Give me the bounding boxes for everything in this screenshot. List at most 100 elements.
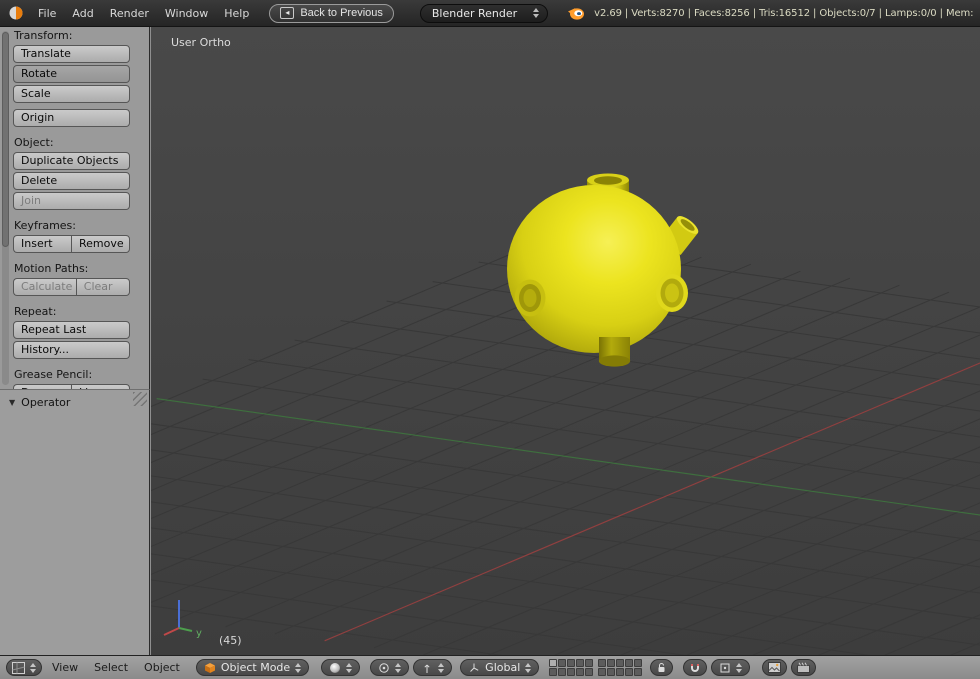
editor-type-icon[interactable] [6, 4, 26, 22]
layer-group-2 [598, 659, 643, 676]
layer-toggle[interactable] [558, 659, 567, 667]
back-to-previous-button[interactable]: ◂ Back to Previous [269, 3, 394, 23]
tool-shelf-scrollbar[interactable] [2, 31, 9, 385]
layer-toggle[interactable] [585, 659, 594, 667]
region-resize-grip[interactable] [133, 392, 147, 406]
scrollbar-thumb[interactable] [2, 32, 9, 247]
layer-toggle[interactable] [549, 668, 558, 676]
lock-to-scene-button[interactable] [650, 659, 674, 676]
opengl-render-anim-button[interactable] [791, 659, 817, 676]
remove-keyframe-button[interactable]: Remove [71, 235, 130, 253]
menu-file[interactable]: File [30, 4, 64, 23]
collapse-triangle-icon: ▼ [9, 398, 16, 407]
dropdown-arrows-icon [346, 662, 353, 673]
render-engine-value: Blender Render [431, 6, 518, 20]
viewport-3d[interactable]: y (45) User Ortho [151, 27, 980, 655]
layer-toggle[interactable] [634, 659, 643, 667]
layer-toggle[interactable] [616, 668, 625, 676]
snap-toggle-button[interactable] [683, 659, 708, 676]
layer-toggle[interactable] [598, 668, 607, 676]
info-editor-icon [9, 6, 23, 20]
shading-sphere-icon [330, 662, 341, 673]
calculate-paths-button[interactable]: Calculate [13, 278, 76, 296]
layer-toggle[interactable] [558, 668, 567, 676]
translate-button[interactable]: Translate [13, 45, 130, 63]
layer-toggle[interactable] [634, 668, 643, 676]
mine-object[interactable] [507, 173, 701, 367]
snap-element-dropdown[interactable] [711, 659, 751, 676]
layer-toggle[interactable] [576, 659, 585, 667]
opengl-render-image-button[interactable] [762, 659, 788, 676]
clear-paths-button[interactable]: Clear [75, 278, 130, 296]
layer-toggle[interactable] [598, 659, 607, 667]
menu-object[interactable]: Object [136, 661, 188, 674]
origin-button[interactable]: Origin [13, 109, 130, 127]
scale-button[interactable]: Scale [13, 85, 130, 103]
menu-window[interactable]: Window [157, 4, 216, 23]
menu-render[interactable]: Render [102, 4, 157, 23]
back-button-label: Back to Previous [300, 7, 383, 19]
top-menus: File Add Render Window Help [30, 4, 257, 23]
viewport-menus: View Select Object [44, 661, 188, 674]
pivot-point-icon [379, 662, 389, 673]
history-button[interactable]: History... [13, 341, 130, 359]
layer-toggle[interactable] [616, 659, 625, 667]
duplicate-objects-button[interactable]: Duplicate Objects [13, 152, 130, 170]
mini-axis-gizmo: y [163, 600, 202, 639]
operator-panel-title: Operator [21, 396, 71, 409]
section-label-motion-paths: Motion Paths: [14, 262, 89, 275]
editor-type-dropdown[interactable] [6, 659, 42, 676]
layer-toggle[interactable] [625, 659, 634, 667]
dropdown-arrows-icon [438, 662, 445, 673]
mode-dropdown[interactable]: Object Mode [195, 659, 310, 676]
layer-toggle[interactable] [567, 659, 576, 667]
section-label-repeat: Repeat: [14, 305, 57, 318]
blender-window: { "colors": { "blender_orange": "#e87d0d… [0, 0, 980, 679]
delete-button[interactable]: Delete [13, 172, 130, 190]
viewport-editor-icon [12, 661, 25, 674]
section-label-keyframes: Keyframes: [14, 219, 76, 232]
menu-view[interactable]: View [44, 661, 86, 674]
render-anim-icon [797, 662, 811, 673]
insert-keyframe-button[interactable]: Insert [13, 235, 71, 253]
scene-stats: v2.69 | Verts:8270 | Faces:8256 | Tris:1… [594, 7, 974, 19]
repeat-last-button[interactable]: Repeat Last [13, 321, 130, 339]
operator-panel: ▼ Operator [0, 389, 150, 655]
join-button[interactable]: Join [13, 192, 130, 210]
operator-panel-header[interactable]: ▼ Operator [0, 390, 149, 409]
section-label-transform: Transform: [14, 29, 73, 42]
pivot-point-dropdown[interactable] [370, 659, 410, 676]
gizmo-y-axis [178, 627, 193, 632]
info-header: File Add Render Window Help ◂ Back to Pr… [0, 0, 980, 27]
render-engine-dropdown[interactable]: Blender Render [419, 3, 549, 23]
tool-shelf-content: Transform: Translate Rotate Scale Origin… [13, 27, 130, 389]
menu-help[interactable]: Help [216, 4, 257, 23]
menu-select[interactable]: Select [86, 661, 136, 674]
back-arrow-icon: ◂ [280, 7, 295, 19]
layer-toggle[interactable] [625, 668, 634, 676]
layer-toggle[interactable] [607, 668, 616, 676]
orientation-dropdown[interactable]: Global [460, 659, 540, 676]
dropdown-arrows-icon [30, 662, 36, 673]
viewport-shading-dropdown[interactable] [321, 659, 361, 676]
translate-manipulator-icon [424, 664, 430, 673]
layer-toggle[interactable] [576, 668, 585, 676]
layer-toggle[interactable] [607, 659, 616, 667]
dropdown-arrows-icon [736, 662, 743, 673]
dropdown-arrows-icon [295, 662, 302, 673]
dropdown-arrows-icon [533, 8, 540, 18]
mine-left-cylinder [514, 279, 546, 317]
layer-toggle[interactable] [549, 659, 558, 667]
blender-logo-icon [566, 5, 585, 21]
mine-right-cylinder [656, 274, 688, 312]
section-label-grease-pencil: Grease Pencil: [14, 368, 93, 381]
view-orientation-label: User Ortho [171, 36, 231, 49]
lock-icon [658, 662, 665, 672]
layer-toggle[interactable] [567, 668, 576, 676]
layer-toggle[interactable] [585, 668, 594, 676]
manipulator-dropdown[interactable] [413, 659, 453, 676]
render-image-icon [768, 662, 782, 673]
tool-shelf: Transform: Translate Rotate Scale Origin… [0, 27, 150, 389]
menu-add[interactable]: Add [64, 4, 101, 23]
rotate-button[interactable]: Rotate [13, 65, 130, 83]
